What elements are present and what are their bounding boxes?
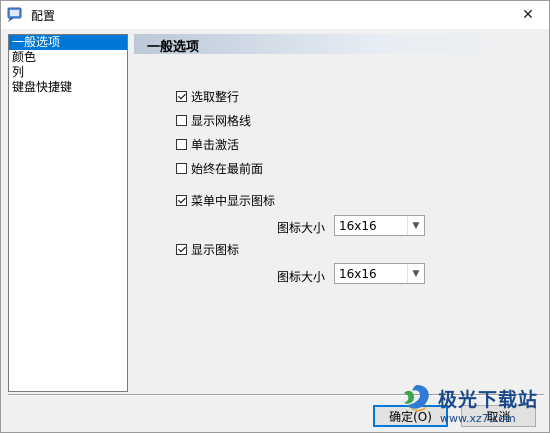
menu-icon-size-value: 16x16: [339, 219, 377, 233]
section-header: 一般选项: [134, 34, 540, 55]
icon-size-value: 16x16: [339, 267, 377, 281]
window-title: 配置: [31, 9, 56, 23]
single-click-option[interactable]: 单击激活: [176, 136, 239, 152]
menu-icon-size-select[interactable]: 16x16 ▼: [334, 215, 425, 236]
menu-icon-size-label: 图标大小: [277, 221, 326, 235]
menu-icons-checkbox[interactable]: [176, 194, 187, 206]
config-dialog: 配置 ✕ 一般选项 颜色 列 键盘快捷键 一般选项 选取整行 显示网格线 单击激…: [0, 0, 550, 433]
show-grid-label: 显示网格线: [191, 113, 252, 128]
show-icons-checkbox[interactable]: [176, 243, 187, 255]
show-grid-option[interactable]: 显示网格线: [176, 112, 251, 128]
nav-item-colors[interactable]: 颜色: [9, 50, 127, 65]
watermark-text: 极光下载站: [438, 388, 539, 411]
show-icons-option[interactable]: 显示图标: [176, 241, 239, 257]
category-list[interactable]: 一般选项 颜色 列 键盘快捷键: [8, 34, 128, 392]
watermark: 极光下载站 www.xz7.com: [400, 381, 539, 425]
show-grid-checkbox[interactable]: [176, 114, 187, 126]
title-bar[interactable]: 配置 ✕: [1, 1, 549, 29]
watermark-url: www.xz7.com: [440, 412, 516, 425]
app-icon: [7, 7, 22, 22]
menu-icons-label: 菜单中显示图标: [191, 193, 276, 208]
select-row-option[interactable]: 选取整行: [176, 88, 239, 104]
always-on-top-checkbox[interactable]: [176, 162, 187, 174]
chevron-down-icon[interactable]: ▼: [407, 264, 424, 283]
close-button[interactable]: ✕: [507, 1, 549, 29]
show-icons-label: 显示图标: [191, 242, 240, 257]
icon-size-select[interactable]: 16x16 ▼: [334, 263, 425, 284]
select-row-checkbox[interactable]: [176, 90, 187, 102]
always-on-top-label: 始终在最前面: [191, 161, 264, 176]
menu-icons-option[interactable]: 菜单中显示图标: [176, 192, 275, 208]
icon-size-label: 图标大小: [277, 270, 326, 284]
watermark-logo-icon: [404, 385, 429, 412]
always-on-top-option[interactable]: 始终在最前面: [176, 160, 263, 176]
select-row-label: 选取整行: [191, 89, 240, 104]
single-click-label: 单击激活: [191, 137, 240, 152]
section-title: 一般选项: [147, 40, 200, 55]
nav-item-columns[interactable]: 列: [9, 65, 127, 80]
nav-item-general[interactable]: 一般选项: [9, 35, 127, 50]
close-icon: ✕: [522, 7, 534, 23]
chevron-down-icon[interactable]: ▼: [407, 216, 424, 235]
nav-item-shortcuts[interactable]: 键盘快捷键: [9, 80, 127, 95]
single-click-checkbox[interactable]: [176, 138, 187, 150]
